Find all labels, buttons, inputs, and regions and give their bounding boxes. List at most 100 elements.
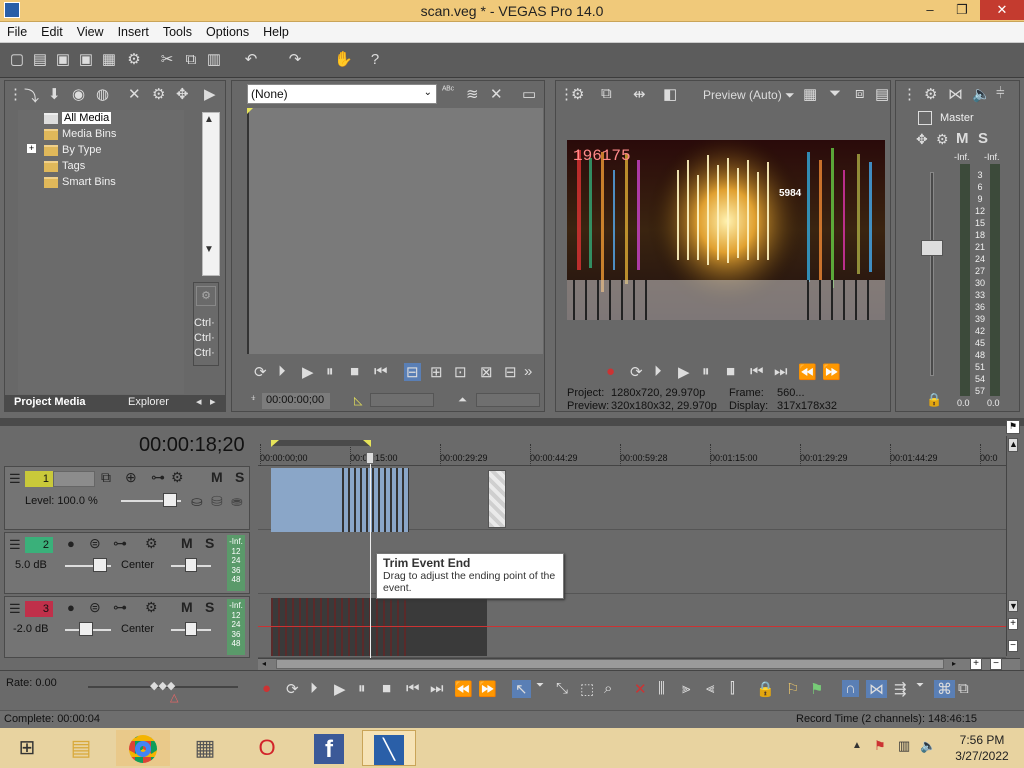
explore-icon[interactable]: ✋ (334, 51, 353, 69)
playhead-handle[interactable] (366, 452, 374, 464)
save-as-icon[interactable]: ▣ (77, 51, 95, 69)
stop-icon[interactable]: ■ (726, 363, 735, 380)
show-hidden-icons-icon[interactable]: ▲ (852, 740, 862, 751)
track-mute-button[interactable]: M (181, 599, 193, 615)
volume-slider-handle[interactable] (93, 558, 107, 572)
horizontal-scroll-thumb[interactable] (276, 659, 944, 669)
trimmer-mode-icon[interactable]: ⊟ (404, 363, 421, 381)
preview-settings-gear-icon[interactable]: ⚙ (571, 85, 584, 103)
zoom-out-track-icon[interactable]: − (1008, 640, 1018, 652)
next-frame-icon[interactable]: ⏩ (478, 680, 497, 698)
undo-icon[interactable]: ↶ (242, 51, 260, 69)
add-to-timeline-icon[interactable]: ⊞ (430, 363, 443, 381)
track-settings-gear-icon[interactable]: ⚙ (145, 599, 158, 616)
loop-start-icon[interactable] (271, 440, 279, 447)
facebook-icon[interactable]: f (302, 730, 356, 766)
trimmer-window-icon[interactable]: ▭ (522, 85, 536, 103)
stop-icon[interactable]: ■ (350, 363, 359, 380)
downmix-icon[interactable]: ⋈ (948, 85, 963, 103)
trimmer-waveform-area[interactable] (247, 108, 543, 354)
overwrite-icon[interactable]: ⊠ (480, 363, 493, 381)
maximize-button[interactable]: ❐ (948, 0, 976, 20)
track-fx-icon[interactable]: ⊕ (125, 469, 137, 486)
track-collapse-icon[interactable]: ☰ (9, 537, 21, 553)
go-to-start-icon[interactable]: ⏮ (374, 363, 388, 380)
play-icon[interactable]: ▶ (678, 363, 690, 381)
overlay-icon[interactable]: ◧ (663, 85, 677, 103)
lock-envelope-icon[interactable]: ⫩ (996, 85, 1005, 102)
scroll-right-icon[interactable]: ▸ (952, 659, 960, 669)
zoom-out-time-icon[interactable]: − (990, 658, 1002, 670)
copy-snapshot-icon[interactable]: ⧈ (855, 85, 865, 102)
trim-options-icon[interactable]: ≋ (466, 85, 479, 103)
splitter[interactable] (0, 418, 1024, 426)
ripple-chevron-icon[interactable]: ⏷ (916, 680, 924, 691)
menu-options[interactable]: Options (199, 22, 256, 39)
play-from-start-icon[interactable]: ⏵ (654, 363, 662, 380)
clock-date[interactable]: 3/27/2022 (946, 749, 1018, 763)
auto-preview-icon[interactable]: ✥ (176, 85, 189, 103)
expand-by-type-icon[interactable]: + (27, 144, 36, 153)
menu-file[interactable]: File (0, 22, 34, 39)
go-to-end-icon[interactable]: ⏭ (774, 363, 788, 380)
track-motion-icon[interactable]: ⧉ (101, 469, 111, 486)
preview-quality-select[interactable]: Preview (Auto) ⏷ (703, 88, 795, 103)
paste-icon[interactable]: ▥ (205, 51, 223, 69)
file-explorer-icon[interactable]: ▤ (54, 730, 108, 766)
expand-keyframes-icon[interactable]: ⊶ (151, 469, 165, 486)
play-from-start-icon[interactable]: ⏵ (310, 680, 318, 697)
master-mute-button[interactable]: M (956, 130, 969, 147)
track-solo-button[interactable]: S (205, 535, 214, 551)
track-settings-gear-icon[interactable]: ⚙ (145, 535, 158, 552)
trim-icon[interactable]: ⫼ (658, 680, 665, 697)
close-button[interactable]: ✕ (980, 0, 1024, 20)
play-media-icon[interactable]: ▶ (204, 85, 216, 103)
drag-handle-icon[interactable]: ⋮ (902, 85, 917, 103)
vegas-taskbar-icon[interactable]: ╲ (362, 730, 416, 766)
zoom-tool-icon[interactable]: ⌕ (604, 680, 612, 697)
ctrl-settings-icon[interactable]: ⚙ (196, 286, 216, 306)
track-fx-icon[interactable]: ⊜ (89, 599, 101, 616)
ripple-edit-icon[interactable]: ⇶ (894, 680, 907, 698)
scroll-down-icon[interactable]: ▼ (204, 244, 214, 255)
opera-icon[interactable]: O (240, 730, 294, 766)
go-to-start-icon[interactable]: ⏮ (750, 363, 764, 380)
menu-tools[interactable]: Tools (156, 22, 199, 39)
marker-flag-icon[interactable]: ⚑ (1006, 420, 1020, 434)
volume-icon[interactable]: 🔈 (920, 738, 936, 754)
track-mute-button[interactable]: M (181, 535, 193, 551)
tab-explorer[interactable]: Explorer (128, 396, 169, 408)
arm-record-icon[interactable]: ● (67, 600, 75, 615)
record-icon[interactable]: ● (262, 680, 271, 697)
pan-slider-handle[interactable] (185, 558, 197, 572)
tab-scroll-right-icon[interactable]: ▸ (210, 395, 216, 408)
grid-icon[interactable]: ▦ (803, 85, 817, 103)
pause-icon[interactable]: ⏸ (702, 363, 710, 380)
insert-icon[interactable]: ⊡ (454, 363, 467, 381)
chrome-icon[interactable] (116, 730, 170, 766)
tab-project-media[interactable]: Project Media (14, 396, 86, 408)
import-media-icon[interactable]: ⤵ (24, 85, 39, 106)
track-collapse-icon[interactable]: ☰ (9, 471, 21, 487)
play-from-start-icon[interactable]: ⏵ (278, 363, 286, 380)
menu-view[interactable]: View (70, 22, 111, 39)
trimmer-out-field[interactable] (476, 393, 540, 407)
track-fx-icon[interactable]: ⊜ (89, 535, 101, 552)
auto-crossfade-icon[interactable]: ⋈ (866, 680, 887, 698)
trimmer-in-field[interactable] (370, 393, 434, 407)
remove-icon[interactable]: ✕ (128, 85, 141, 103)
loop-icon[interactable]: ⟳ (286, 680, 299, 698)
lock-icon[interactable]: 🔒 (926, 392, 942, 408)
speaker-icon[interactable]: 🔈 (972, 85, 991, 103)
arm-record-icon[interactable]: ● (67, 536, 75, 551)
edit-tool-chevron-icon[interactable]: ⏷ (536, 680, 544, 691)
expand-keyframes-icon[interactable]: ⊶ (113, 599, 127, 616)
preview-menu-chevron-icon[interactable]: ⏷ (829, 85, 841, 102)
split-screen-icon[interactable]: ⇹ (633, 85, 646, 103)
split-icon[interactable]: ⫿ (730, 680, 735, 697)
menu-help[interactable]: Help (256, 22, 296, 39)
trim-end-icon[interactable]: ⫷ (706, 680, 714, 697)
next-frame-icon[interactable]: ⏩ (822, 363, 841, 381)
master-fader-handle[interactable] (921, 240, 943, 256)
ignore-grouping-icon[interactable]: ⧉ (958, 680, 969, 697)
